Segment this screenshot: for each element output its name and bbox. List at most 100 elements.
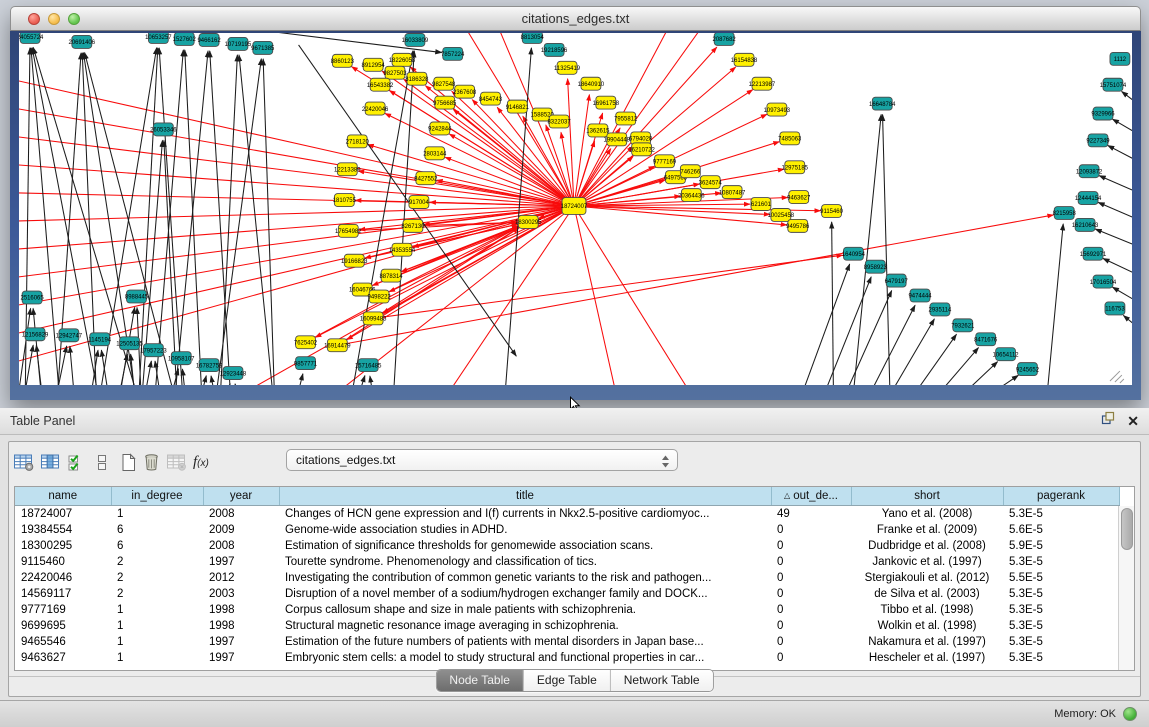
show-columns-icon[interactable] bbox=[40, 448, 61, 476]
graph-edge[interactable] bbox=[210, 51, 231, 385]
table-row[interactable]: 1456911722003Disruption of a novel membe… bbox=[15, 586, 1119, 602]
graph-edge[interactable] bbox=[1095, 229, 1132, 249]
select-rows-icon[interactable] bbox=[67, 448, 84, 476]
graph-edge[interactable] bbox=[574, 33, 708, 206]
graph-edge[interactable] bbox=[1046, 224, 1063, 385]
graph-edge[interactable] bbox=[19, 206, 574, 282]
graph-edge[interactable] bbox=[350, 51, 413, 385]
column-header-in_degree[interactable]: in_degree bbox=[111, 487, 203, 506]
cell-title: Embryonic stem cells: a model to study s… bbox=[279, 650, 771, 666]
graph-edge[interactable] bbox=[832, 222, 834, 385]
graph-edge[interactable] bbox=[215, 59, 261, 385]
graph-edge[interactable] bbox=[1098, 202, 1132, 222]
table-tabstrip: Node TableEdge TableNetwork Table bbox=[9, 668, 1140, 696]
table-selector-dropdown[interactable]: citations_edges.txt bbox=[286, 449, 678, 471]
graph-edge[interactable] bbox=[574, 206, 698, 385]
graph-edge[interactable] bbox=[885, 319, 934, 385]
graph-edge[interactable] bbox=[19, 206, 574, 311]
graph-node-label: 8454743 bbox=[479, 97, 503, 103]
tab-network-table[interactable]: Network Table bbox=[610, 670, 713, 691]
function-icon[interactable]: f(x) bbox=[193, 448, 209, 476]
network-graph-svg[interactable]: 1872400718300295886012389129541822605898… bbox=[19, 33, 1132, 385]
graph-edge[interactable] bbox=[865, 305, 915, 385]
graph-edge[interactable] bbox=[1123, 315, 1132, 332]
table-row[interactable]: 946362711997Embryonic stem cells: a mode… bbox=[15, 650, 1119, 666]
graph-edge[interactable] bbox=[574, 95, 589, 206]
graph-edge[interactable] bbox=[235, 384, 239, 385]
graph-edge[interactable] bbox=[931, 348, 979, 385]
graph-edge[interactable] bbox=[799, 264, 850, 385]
cell-pagerank: 5.3E-5 bbox=[1003, 506, 1119, 523]
cell-out_de: 0 bbox=[771, 554, 851, 570]
network-window-titlebar[interactable]: citations_edges.txt bbox=[10, 6, 1141, 31]
table-header-row: namein_degreeyeartitle△out_de...shortpag… bbox=[15, 487, 1119, 506]
graph-edge[interactable] bbox=[70, 346, 75, 385]
graph-edge[interactable] bbox=[841, 291, 891, 385]
table-row[interactable]: 911546021997Tourette syndrome. Phenomeno… bbox=[15, 554, 1119, 570]
table-row[interactable]: 1938455462009Genome-wide association stu… bbox=[15, 522, 1119, 538]
graph-edge[interactable] bbox=[306, 227, 519, 342]
graph-edge[interactable] bbox=[19, 308, 31, 385]
tab-edge-table[interactable]: Edge Table bbox=[523, 670, 610, 691]
table-row[interactable]: 1872400712008Changes of HCN gene express… bbox=[15, 506, 1119, 523]
column-header-name[interactable]: name bbox=[15, 487, 111, 506]
graph-node-label: 19218596 bbox=[541, 48, 568, 54]
graph-node-label: 9146821 bbox=[506, 105, 530, 111]
float-panel-icon[interactable] bbox=[1101, 408, 1115, 434]
table-row[interactable]: 1830029562008Estimation of significance … bbox=[15, 538, 1119, 554]
graph-edge[interactable] bbox=[19, 206, 574, 222]
network-canvas[interactable]: 1872400718300295886012389129541822605898… bbox=[19, 33, 1132, 385]
graph-node-label: 7625402 bbox=[294, 340, 318, 346]
table-row[interactable]: 2242004622012Investigating the contribut… bbox=[15, 570, 1119, 586]
cell-out_de: 0 bbox=[771, 602, 851, 618]
window-minimize-button[interactable] bbox=[48, 13, 60, 25]
memory-status-indicator[interactable] bbox=[1123, 707, 1137, 721]
graph-edge[interactable] bbox=[199, 376, 206, 385]
column-header-short[interactable]: short bbox=[851, 487, 1003, 506]
table-scrollbar[interactable] bbox=[1118, 506, 1134, 670]
graph-edge[interactable] bbox=[1099, 176, 1132, 195]
graph-node-label: 1362615 bbox=[586, 129, 610, 135]
graph-node-label: 16210722 bbox=[628, 148, 655, 154]
graph-edge[interactable] bbox=[978, 375, 1019, 385]
row-stack-icon[interactable] bbox=[96, 448, 108, 476]
graph-node-label: 24055724 bbox=[19, 35, 44, 41]
graph-edge[interactable] bbox=[1108, 145, 1132, 164]
new-document-icon[interactable] bbox=[120, 448, 137, 476]
graph-edge[interactable] bbox=[370, 376, 374, 385]
graph-node-label: 116753 bbox=[1105, 307, 1125, 313]
graph-edge[interactable] bbox=[263, 59, 275, 385]
table-row[interactable]: 946554611997Estimation of the future num… bbox=[15, 634, 1119, 650]
graph-edge[interactable] bbox=[1122, 91, 1132, 108]
graph-node-label: 8186328 bbox=[405, 77, 429, 83]
column-header-title[interactable]: title bbox=[279, 487, 771, 506]
cell-in_degree: 6 bbox=[111, 522, 203, 538]
cell-in_degree: 1 bbox=[111, 618, 203, 634]
graph-edge[interactable] bbox=[574, 206, 770, 214]
graph-node-label: 8878314 bbox=[379, 274, 403, 280]
table-scrollbar-thumb[interactable] bbox=[1121, 508, 1133, 550]
graph-edge[interactable] bbox=[182, 369, 186, 385]
graph-edge[interactable] bbox=[220, 55, 237, 385]
table-settings-icon[interactable] bbox=[13, 448, 34, 476]
graph-edge[interactable] bbox=[1112, 119, 1132, 137]
column-header-pagerank[interactable]: pagerank bbox=[1003, 487, 1119, 506]
graph-edge[interactable] bbox=[954, 362, 998, 385]
graph-edge[interactable] bbox=[908, 334, 956, 385]
graph-edge[interactable] bbox=[185, 50, 202, 385]
close-panel-icon[interactable]: ✕ bbox=[1127, 414, 1139, 428]
graph-node-label: 10807487 bbox=[719, 190, 746, 196]
table-row[interactable]: 969969511998Structural magnetic resonanc… bbox=[15, 618, 1119, 634]
graph-edge[interactable] bbox=[33, 308, 42, 385]
window-zoom-button[interactable] bbox=[68, 13, 80, 25]
delete-icon[interactable] bbox=[143, 448, 160, 476]
column-header-out_de[interactable]: △out_de... bbox=[771, 487, 851, 506]
graph-edge[interactable] bbox=[883, 115, 891, 385]
graph-edge[interactable] bbox=[337, 215, 1053, 345]
column-header-year[interactable]: year bbox=[203, 487, 279, 506]
tab-node-table[interactable]: Node Table bbox=[436, 670, 523, 691]
graph-edge[interactable] bbox=[296, 374, 303, 385]
window-close-button[interactable] bbox=[28, 13, 40, 25]
table-row[interactable]: 977716911998Corpus callosum shape and si… bbox=[15, 602, 1119, 618]
graph-edge[interactable] bbox=[211, 376, 216, 385]
